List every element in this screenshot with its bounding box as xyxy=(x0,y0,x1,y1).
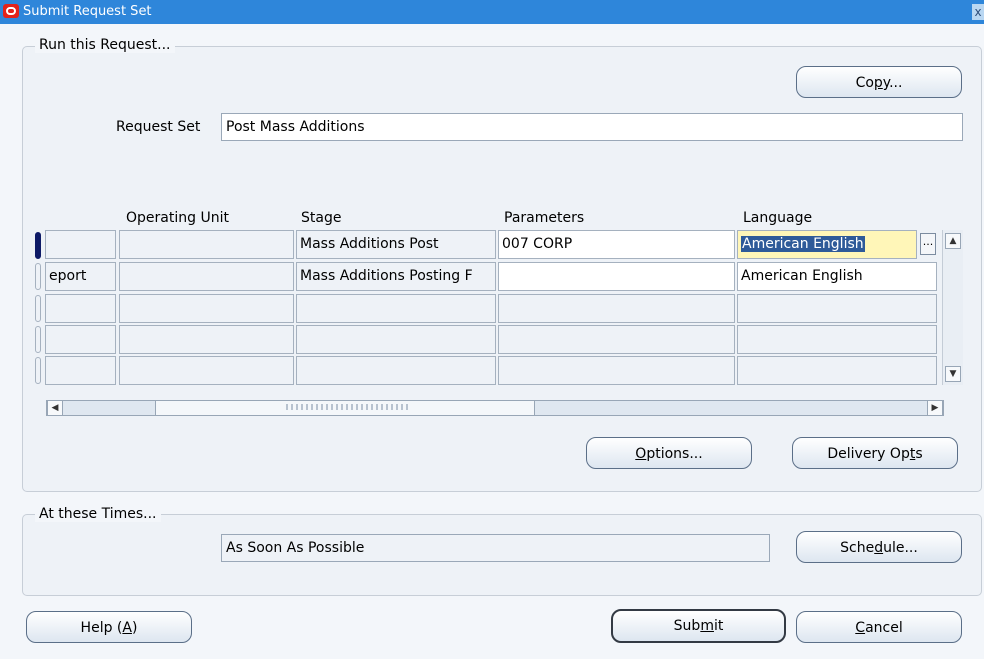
triangle-down-icon[interactable]: ▼ xyxy=(945,366,961,382)
cell-parameters-2[interactable] xyxy=(498,262,735,291)
cell-operating-unit-3[interactable] xyxy=(119,294,294,323)
cell-first-3[interactable] xyxy=(45,294,116,323)
cell-stage-4[interactable] xyxy=(296,325,496,354)
cell-stage-1[interactable]: Mass Additions Post xyxy=(296,230,496,259)
row-indicator-1[interactable] xyxy=(35,232,41,259)
triangle-up-icon[interactable]: ▲ xyxy=(945,233,961,249)
copy-button[interactable]: Copy... xyxy=(796,66,962,98)
cell-parameters-5[interactable] xyxy=(498,356,735,385)
request-set-field[interactable]: Post Mass Additions xyxy=(221,113,963,141)
cell-stage-5[interactable] xyxy=(296,356,496,385)
language-selected-text: American English xyxy=(741,236,865,252)
cancel-button[interactable]: Cancel xyxy=(796,611,962,643)
cell-language-1[interactable]: American English xyxy=(737,230,917,259)
cell-parameters-4[interactable] xyxy=(498,325,735,354)
cell-stage-2[interactable]: Mass Additions Posting F xyxy=(296,262,496,291)
cell-language-4[interactable] xyxy=(737,325,937,354)
horizontal-scrollbar[interactable]: ◀ ▶ xyxy=(46,400,944,416)
vertical-scrollbar[interactable]: ▲ ▼ xyxy=(942,230,963,385)
cell-first-4[interactable] xyxy=(45,325,116,354)
cell-parameters-3[interactable] xyxy=(498,294,735,323)
horizontal-scroll-thumb[interactable] xyxy=(155,401,535,415)
cell-first-1[interactable] xyxy=(45,230,116,259)
cell-operating-unit-2[interactable] xyxy=(119,262,294,291)
cell-parameters-1[interactable]: 007 CORP xyxy=(498,230,735,259)
cell-first-2[interactable]: eport xyxy=(45,262,116,291)
delivery-opts-button[interactable]: Delivery Opts xyxy=(792,437,958,469)
cell-first-5[interactable] xyxy=(45,356,116,385)
oracle-logo-icon xyxy=(3,4,19,18)
scroll-grip-icon xyxy=(286,404,411,410)
row-indicator-5[interactable] xyxy=(35,357,41,384)
run-request-legend: Run this Request... xyxy=(35,37,175,53)
cell-language-5[interactable] xyxy=(737,356,937,385)
submit-button[interactable]: Submit xyxy=(611,609,786,643)
cell-language-3[interactable] xyxy=(737,294,937,323)
row-indicator-2[interactable] xyxy=(35,263,41,290)
col-header-stage: Stage xyxy=(301,210,342,226)
col-header-language: Language xyxy=(743,210,813,226)
window-title: Submit Request Set xyxy=(23,4,152,19)
cell-operating-unit-4[interactable] xyxy=(119,325,294,354)
cell-language-2[interactable]: American English xyxy=(737,262,937,291)
schedule-button[interactable]: Schedule... xyxy=(796,531,962,563)
col-header-operating-unit: Operating Unit xyxy=(126,210,229,226)
help-button[interactable]: Help (A) xyxy=(26,611,192,643)
times-legend: At these Times... xyxy=(35,506,161,522)
request-set-label: Request Set xyxy=(116,119,201,135)
triangle-left-icon[interactable]: ◀ xyxy=(47,400,63,416)
title-bar: Submit Request Set x xyxy=(0,0,984,24)
col-header-parameters: Parameters xyxy=(504,210,585,226)
schedule-value-field: As Soon As Possible xyxy=(221,534,770,562)
row-indicator-4[interactable] xyxy=(35,326,41,353)
options-button[interactable]: Options... xyxy=(586,437,752,469)
cell-operating-unit-5[interactable] xyxy=(119,356,294,385)
cell-stage-3[interactable] xyxy=(296,294,496,323)
triangle-right-icon[interactable]: ▶ xyxy=(927,400,943,416)
list-of-values-button[interactable]: ... xyxy=(920,233,936,255)
row-indicator-3[interactable] xyxy=(35,295,41,322)
cell-operating-unit-1[interactable] xyxy=(119,230,294,259)
close-icon[interactable]: x xyxy=(972,4,984,20)
